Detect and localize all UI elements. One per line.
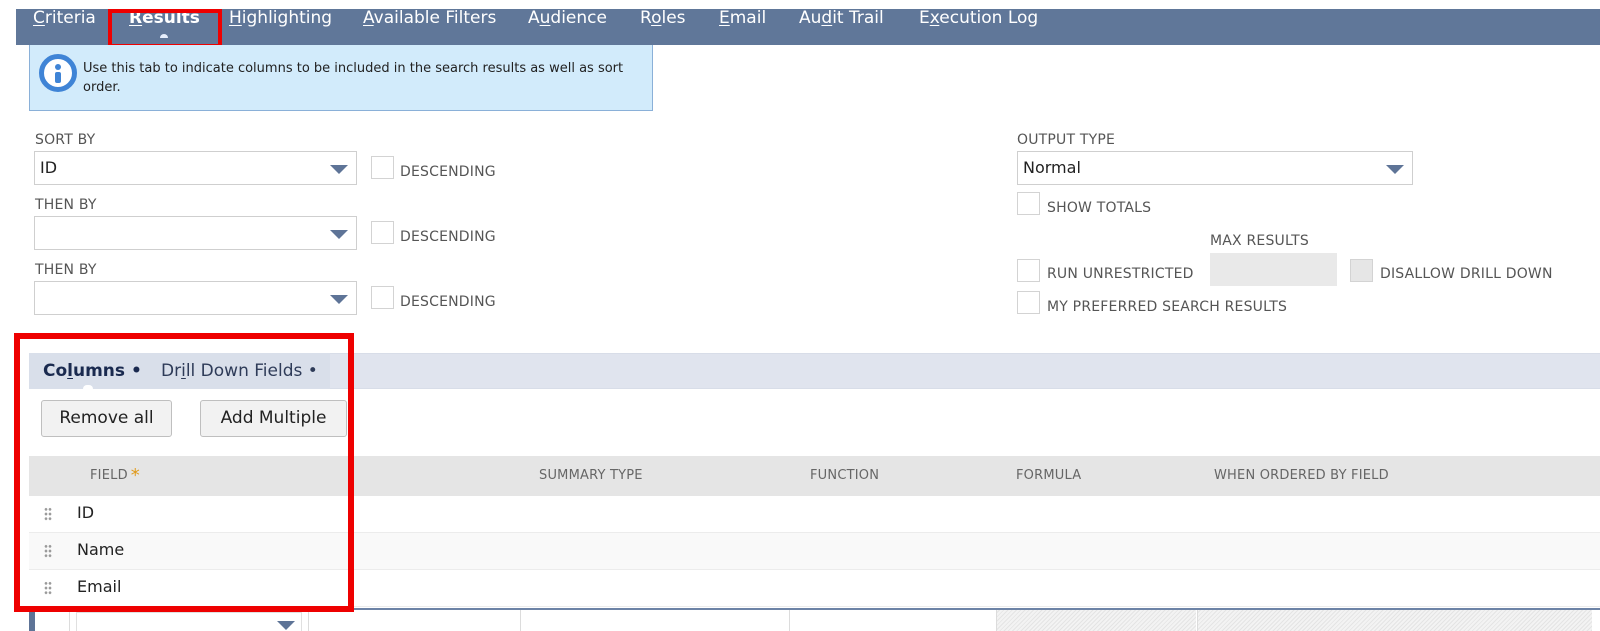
chevron-down-icon: [330, 295, 348, 304]
chevron-down-icon: [277, 621, 295, 630]
column-header-summary-type: SUMMARY TYPE: [539, 468, 643, 483]
column-header-field: FIELD *: [90, 465, 140, 486]
my-preferred-search-results-checkbox[interactable]: [1017, 291, 1040, 314]
then-by-1-descending-label: DESCENDING: [400, 229, 496, 245]
when-ordered-cell-disabled: [1197, 610, 1592, 631]
run-unrestricted-label: RUN UNRESTRICTED: [1047, 266, 1194, 282]
output-type-select[interactable]: Normal: [1017, 151, 1413, 185]
tab-highlighting[interactable]: Highlighting: [229, 0, 332, 36]
table-row[interactable]: Email: [29, 570, 1600, 607]
columns-table-header: FIELD * SUMMARY TYPE FUNCTION FORMULA WHE…: [29, 456, 1600, 496]
sort-by-label: SORT BY: [35, 132, 96, 148]
max-results-label: MAX RESULTS: [1210, 233, 1309, 249]
sort-by-descending-label: DESCENDING: [400, 164, 496, 180]
then-by-2-descending-checkbox[interactable]: [371, 286, 394, 309]
column-header-function: FUNCTION: [810, 468, 880, 483]
tab-execution-log[interactable]: Execution Log: [919, 0, 1038, 36]
chevron-down-icon: [330, 230, 348, 239]
column-divider: [789, 610, 790, 631]
column-divider: [69, 610, 70, 631]
column-divider: [308, 610, 309, 631]
tab-results[interactable]: Results: [129, 0, 200, 38]
chevron-down-icon: [330, 165, 348, 174]
sort-by-descending-checkbox[interactable]: [371, 156, 394, 179]
subtab-drill-down-fields[interactable]: Drill Down Fields •: [161, 353, 318, 389]
show-totals-checkbox[interactable]: [1017, 192, 1040, 215]
table-row[interactable]: ID: [29, 496, 1600, 533]
info-icon: [39, 54, 77, 92]
table-row[interactable]: Name: [29, 533, 1600, 570]
max-results-input[interactable]: [1210, 253, 1337, 286]
required-icon: *: [130, 465, 140, 486]
column-header-when-ordered-by-field: WHEN ORDERED BY FIELD: [1214, 468, 1389, 483]
info-text: Use this tab to indicate columns to be i…: [83, 61, 624, 95]
disallow-drill-down-checkbox[interactable]: [1350, 259, 1373, 282]
column-divider: [520, 610, 521, 631]
new-field-select[interactable]: [76, 612, 302, 631]
row-edit-marker: [29, 608, 35, 631]
then-by-2-label: THEN BY: [35, 262, 97, 278]
sort-by-value: ID: [40, 158, 58, 177]
tab-available-filters[interactable]: Available Filters: [363, 0, 496, 36]
disallow-drill-down-label: DISALLOW DRILL DOWN: [1380, 266, 1553, 282]
tab-criteria[interactable]: Criteria: [33, 0, 96, 36]
sort-by-select[interactable]: ID: [34, 151, 357, 185]
then-by-1-select[interactable]: [34, 216, 357, 250]
then-by-1-label: THEN BY: [35, 197, 97, 213]
chevron-down-icon: [1386, 165, 1404, 174]
drag-handle-icon[interactable]: [44, 544, 52, 558]
tab-audience[interactable]: Audience: [528, 0, 607, 36]
column-divider: [996, 610, 997, 631]
drag-handle-icon[interactable]: [44, 581, 52, 595]
add-multiple-button[interactable]: Add Multiple: [200, 400, 347, 437]
formula-cell-disabled: [996, 610, 1196, 631]
then-by-1-descending-checkbox[interactable]: [371, 221, 394, 244]
field-cell: Name: [77, 540, 125, 559]
then-by-2-select[interactable]: [34, 281, 357, 315]
drag-handle-icon[interactable]: [44, 507, 52, 521]
then-by-2-descending-label: DESCENDING: [400, 294, 496, 310]
column-header-formula: FORMULA: [1016, 468, 1082, 483]
field-cell: ID: [77, 503, 95, 522]
my-preferred-search-results-label: MY PREFERRED SEARCH RESULTS: [1047, 299, 1288, 315]
output-type-value: Normal: [1023, 158, 1081, 177]
tab-email[interactable]: Email: [719, 0, 766, 36]
results-tab-page: Criteria Results Highlighting Available …: [0, 0, 1600, 631]
field-cell: Email: [77, 577, 122, 596]
info-banner: Use this tab to indicate columns to be i…: [29, 45, 653, 111]
column-divider: [1197, 610, 1198, 631]
new-column-row: [29, 608, 1600, 631]
run-unrestricted-checkbox[interactable]: [1017, 259, 1040, 282]
tab-audit-trail[interactable]: Audit Trail: [799, 0, 884, 36]
show-totals-label: SHOW TOTALS: [1047, 200, 1152, 216]
output-type-label: OUTPUT TYPE: [1017, 132, 1116, 148]
tab-roles[interactable]: Roles: [640, 0, 686, 36]
remove-all-button[interactable]: Remove all: [41, 400, 172, 437]
subtab-columns[interactable]: Columns •: [43, 353, 142, 391]
